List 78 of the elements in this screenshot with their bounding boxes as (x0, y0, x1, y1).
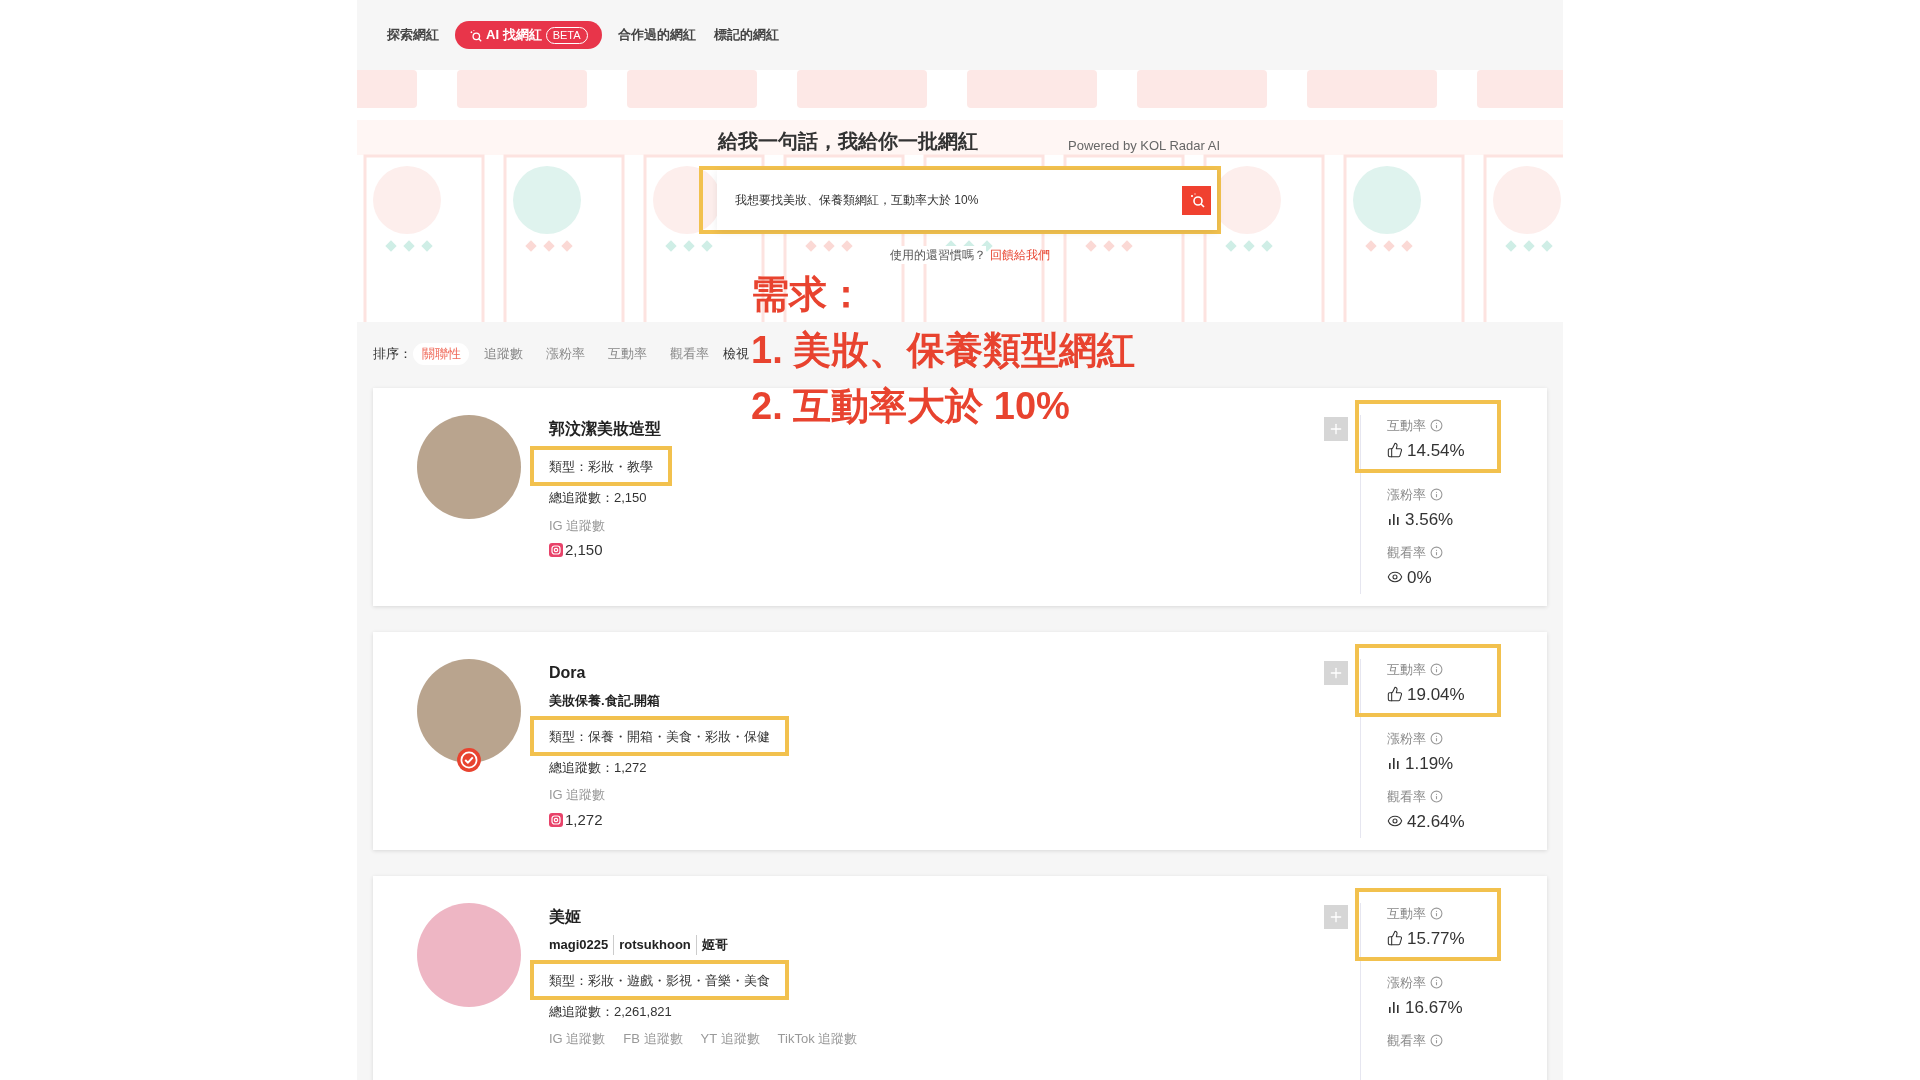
annotation-line: 2. 互動率大於 10% (751, 384, 1071, 429)
bar-chart-icon (1387, 512, 1401, 527)
sort-option[interactable]: 追蹤數 (475, 343, 531, 365)
thumbs-up-icon (1387, 442, 1403, 459)
nav-tab[interactable]: 標記的網紅 (711, 21, 781, 49)
platform-label: FB 追蹤數 (623, 1030, 683, 1048)
metric-value: 42.64% (1407, 810, 1465, 833)
sort-label: 排序： (373, 345, 413, 364)
platform-label: IG 追蹤數 (549, 1030, 606, 1048)
sparkle-search-icon (469, 28, 482, 42)
metric-label: 觀看率 (1387, 544, 1426, 562)
info-icon[interactable] (1430, 976, 1443, 990)
metric-label: 互動率 (1387, 905, 1426, 923)
follower-count: 1,272 (565, 809, 603, 830)
annotation-line: 1. 美妝、保養類型網紅 (751, 328, 1136, 373)
metric-label: 漲粉率 (1387, 974, 1426, 992)
powered-by-text: Powered by KOL Radar AI (1068, 136, 1220, 155)
info-icon[interactable] (1430, 419, 1443, 433)
social-handle: magi0225 (549, 936, 610, 954)
info-icon[interactable] (1430, 732, 1443, 746)
bar-chart-icon (1387, 1000, 1401, 1015)
total-followers: 總追蹤數：1,272 (549, 758, 648, 777)
sort-option[interactable]: 觀看率 (661, 343, 717, 365)
influencer-name[interactable]: Dora (549, 661, 1324, 685)
total-followers: 總追蹤數：2,150 (549, 489, 648, 507)
hero-title: 給我一句話，我給你一批網紅 (718, 129, 978, 154)
platform-label: IG 追蹤數 (549, 516, 606, 535)
feedback-prompt: 使用的還習慣嗎？ (890, 246, 986, 264)
plus-icon (1328, 909, 1344, 925)
platform-label: IG 追蹤數 (549, 786, 606, 804)
category-text: 類型：彩妝・教學 (549, 459, 653, 474)
info-icon[interactable] (1430, 546, 1443, 560)
nav-tab[interactable]: 合作過的網紅 (615, 21, 698, 49)
metric-label: 互動率 (1387, 661, 1426, 679)
metric-label: 互動率 (1387, 417, 1426, 435)
info-icon[interactable] (1430, 790, 1443, 804)
metric-value: 15.77% (1407, 927, 1465, 950)
plus-icon (1328, 665, 1344, 681)
metric-value: 1.19% (1405, 752, 1454, 775)
sort-option[interactable]: 漲粉率 (537, 343, 593, 365)
follower-count: 2,150 (565, 540, 603, 560)
info-icon[interactable] (1430, 907, 1443, 921)
search-field[interactable]: 我想要找美妝、保養類網紅，互動率大於 10% (717, 170, 1217, 230)
social-handle: 姬哥 (695, 935, 733, 955)
plus-icon (1328, 421, 1344, 437)
sort-option[interactable]: 互動率 (599, 343, 655, 365)
category-text: 類型：彩妝・遊戲・影視・音樂・美食 (549, 972, 770, 988)
platform-label: YT 追蹤數 (700, 1030, 760, 1048)
metric-value: 14.54% (1407, 439, 1465, 462)
search-button[interactable] (1182, 185, 1211, 215)
metric-value: 16.67% (1405, 996, 1463, 1019)
influencer-name[interactable]: 美姬 (549, 905, 1324, 929)
info-icon[interactable] (1430, 663, 1443, 677)
info-icon[interactable] (1430, 488, 1443, 502)
thumbs-up-icon (1387, 930, 1403, 947)
search-icon (1188, 192, 1205, 208)
annotation-heading: 需求： (751, 272, 866, 317)
nav-tab[interactable]: AI 找網紅 BETA (455, 21, 602, 49)
info-icon[interactable] (1430, 1034, 1443, 1048)
metric-value: 0% (1407, 566, 1432, 589)
influencer-tagline: 美妝保養.食記.開箱 (549, 692, 662, 710)
metric-value: 3.56% (1405, 508, 1454, 531)
feedback-link[interactable]: 回饋給我們 (990, 246, 1050, 264)
category-text: 類型：保養・開箱・美食・彩妝・保健 (549, 728, 770, 744)
instagram-icon (549, 543, 563, 558)
metric-label: 漲粉率 (1387, 486, 1426, 504)
bar-chart-icon (1387, 756, 1401, 771)
thumbs-up-icon (1387, 686, 1403, 703)
metric-label: 觀看率 (1387, 788, 1426, 806)
nav-tab[interactable]: 探索網紅 (385, 21, 441, 49)
metric-label: 漲粉率 (1387, 730, 1426, 748)
metric-label: 觀看率 (1387, 1032, 1426, 1050)
metric-value: 19.04% (1407, 683, 1465, 706)
total-followers: 總追蹤數：2,261,821 (549, 1002, 673, 1021)
platform-label: TikTok 追蹤數 (777, 1030, 858, 1048)
instagram-icon (549, 812, 563, 827)
view-label: 檢視 (723, 345, 749, 364)
social-handle: rotsukhoon (613, 935, 696, 955)
